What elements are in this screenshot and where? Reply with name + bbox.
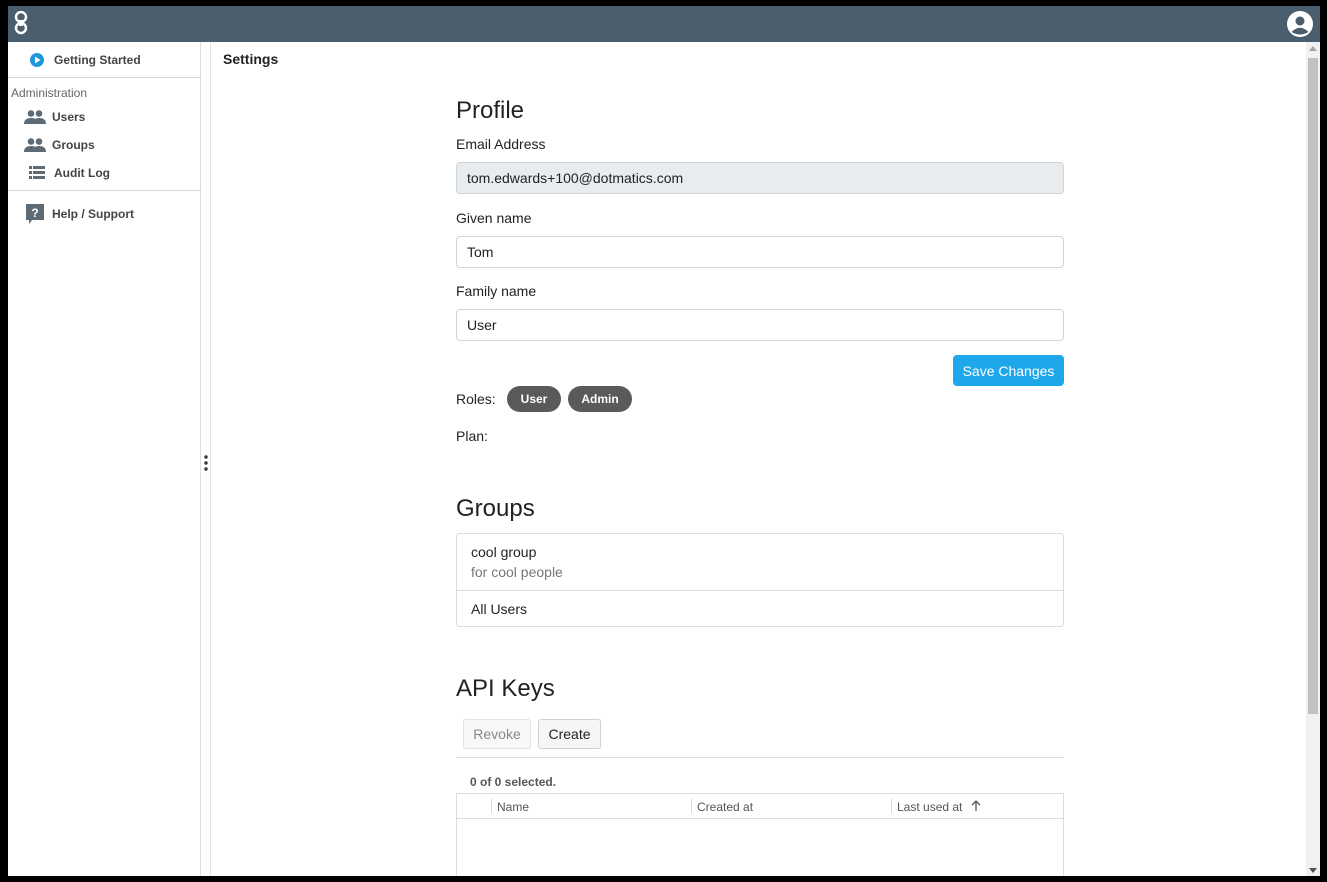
save-changes-button[interactable]: Save Changes — [953, 355, 1064, 386]
drag-handle-icon — [204, 455, 208, 471]
list-item[interactable]: cool group for cool people — [457, 544, 1063, 580]
sidebar-section-heading: Administration — [11, 86, 88, 100]
column-header-name[interactable]: Name — [497, 800, 529, 814]
sidebar-divider — [8, 190, 201, 191]
sidebar-resize-handle[interactable] — [201, 42, 211, 876]
svg-text:?: ? — [31, 206, 38, 220]
list-divider — [457, 590, 1063, 591]
top-bar — [8, 6, 1320, 42]
sidebar-item-audit-log[interactable]: Audit Log — [26, 164, 110, 182]
roles-label: Roles: — [456, 391, 496, 407]
email-label: Email Address — [456, 136, 546, 152]
user-account-icon[interactable] — [1286, 10, 1314, 38]
help-icon: ? — [24, 204, 46, 224]
given-name-field[interactable] — [456, 236, 1064, 268]
sidebar-item-label: Audit Log — [54, 166, 110, 180]
profile-heading: Profile — [456, 97, 525, 124]
sidebar-item-label: Help / Support — [52, 207, 134, 221]
column-divider — [491, 799, 492, 813]
sidebar-item-label: Getting Started — [54, 53, 141, 67]
given-name-label: Given name — [456, 210, 532, 226]
groups-list: cool group for cool people All Users — [456, 533, 1064, 627]
toolbar-divider — [456, 757, 1064, 758]
groups-icon — [24, 136, 46, 154]
revoke-button[interactable]: Revoke — [463, 719, 531, 749]
sidebar: Getting Started Administration Users Gro… — [8, 42, 201, 876]
sort-ascending-icon — [971, 800, 981, 811]
scroll-down-icon[interactable] — [1309, 868, 1317, 873]
selection-count: 0 of 0 selected. — [470, 775, 557, 789]
group-description: for cool people — [471, 564, 563, 580]
group-name: cool group — [471, 544, 537, 560]
table-header: Name Created at Last used at — [457, 794, 1063, 819]
page-title: Settings — [223, 51, 279, 67]
sidebar-item-label: Groups — [52, 138, 95, 152]
api-keys-heading: API Keys — [456, 675, 555, 702]
column-label: Last used at — [897, 800, 963, 814]
users-icon — [24, 108, 46, 126]
sidebar-item-help[interactable]: ? Help / Support — [24, 204, 134, 224]
page-scrollbar[interactable] — [1306, 42, 1320, 876]
column-divider — [891, 799, 892, 813]
groups-heading: Groups — [456, 495, 535, 522]
family-name-field[interactable] — [456, 309, 1064, 341]
plan-label: Plan: — [456, 428, 488, 444]
column-header-created[interactable]: Created at — [697, 800, 753, 814]
api-keys-table: Name Created at Last used at — [456, 793, 1064, 876]
create-button[interactable]: Create — [538, 719, 601, 749]
scroll-thumb[interactable] — [1308, 58, 1318, 714]
email-field[interactable] — [456, 162, 1064, 194]
sidebar-item-groups[interactable]: Groups — [24, 136, 95, 154]
sidebar-divider — [8, 77, 201, 78]
role-badge: User — [507, 386, 561, 412]
list-item[interactable]: All Users — [457, 601, 1063, 617]
scroll-up-icon[interactable] — [1309, 46, 1317, 51]
family-name-label: Family name — [456, 283, 537, 299]
role-badge: Admin — [568, 386, 632, 412]
sidebar-item-users[interactable]: Users — [24, 108, 85, 126]
list-icon — [26, 164, 48, 182]
app-window: Getting Started Administration Users Gro… — [8, 6, 1320, 876]
column-divider — [691, 799, 692, 813]
group-name: All Users — [471, 601, 528, 617]
sidebar-item-label: Users — [52, 110, 86, 124]
app-logo-icon[interactable] — [14, 11, 28, 35]
sidebar-item-getting-started[interactable]: Getting Started — [26, 51, 141, 69]
column-header-last-used[interactable]: Last used at — [897, 800, 982, 814]
play-circle-icon — [26, 51, 48, 69]
